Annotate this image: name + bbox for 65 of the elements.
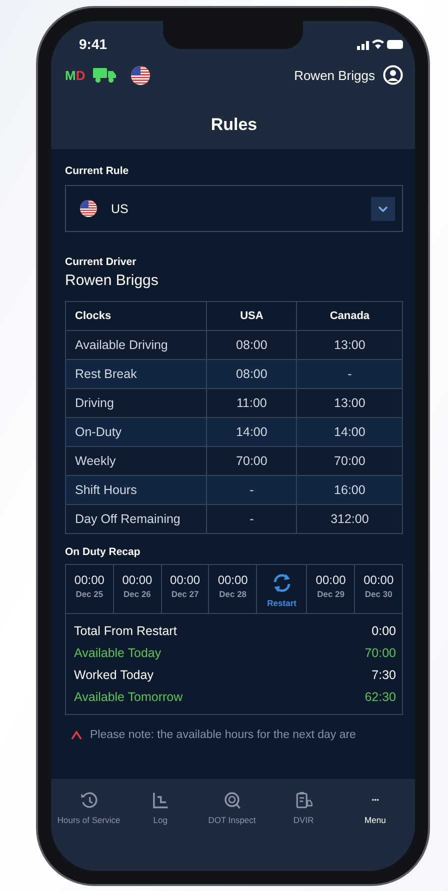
table-cell: 08:00 <box>206 360 297 388</box>
day-hours: 00:00 <box>169 573 202 587</box>
total-value: 7:30 <box>372 668 396 682</box>
warning-icon <box>71 730 82 740</box>
day-date: Dec 25 <box>74 589 104 599</box>
user-name: Rowen Briggs <box>294 68 375 82</box>
table-cell: Weekly <box>66 446 206 476</box>
tab-button[interactable]: DOT Inspect <box>196 787 268 829</box>
table-cell: 70:00 <box>206 446 297 476</box>
user-avatar-icon <box>383 65 403 85</box>
table-cell: Day Off Remaining <box>66 504 206 534</box>
page-title: Rules <box>210 114 258 136</box>
caret-icon <box>378 206 388 212</box>
total-label: Available Tomorrow <box>74 690 183 704</box>
day-hours: 00:00 <box>362 573 395 587</box>
driver-status-text: MD <box>65 68 86 82</box>
day-hours: 00:00 <box>121 573 154 587</box>
section-label: Current Rule <box>65 164 130 179</box>
table-cell: 13:00 <box>296 388 402 418</box>
tab-button[interactable]: DVIR <box>268 787 340 829</box>
table-cell: - <box>296 360 402 388</box>
total-label: Available Today <box>74 646 162 660</box>
flag-icon <box>80 200 97 217</box>
column-header: Clocks <box>66 302 206 330</box>
total-label: Worked Today <box>74 668 154 682</box>
table-cell: On-Duty <box>66 418 206 446</box>
table-cell: 312:00 <box>296 504 402 534</box>
table-cell: - <box>206 504 297 534</box>
table-cell: 13:00 <box>296 330 402 360</box>
total-label: Total From Restart <box>74 624 177 638</box>
day-date: Dec 29 <box>316 589 346 599</box>
table-cell: Driving <box>66 388 206 418</box>
note-text: Please note: the available hours for the next day are <box>90 729 356 741</box>
table-cell: Shift Hours <box>66 476 206 504</box>
total-value: 62:30 <box>364 690 396 704</box>
day-hours: 00:00 <box>216 573 249 587</box>
day-date: Dec 30 <box>364 589 394 599</box>
table-cell: 08:00 <box>206 330 297 360</box>
day-date: Dec 27 <box>170 589 200 599</box>
table-cell: Rest Break <box>66 360 206 388</box>
status-time: 9:41 <box>79 36 108 52</box>
day-hours: 00:00 <box>73 573 106 587</box>
restart-label[interactable]: Restart <box>257 598 306 608</box>
tab-button[interactable]: Hours of Service <box>53 787 125 829</box>
table-cell: 16:00 <box>296 476 402 504</box>
total-value: 0:00 <box>372 624 396 638</box>
table-cell: 14:00 <box>206 418 297 446</box>
rule-dropdown[interactable]: US <box>65 185 403 232</box>
section-label: Current Driver <box>65 255 138 270</box>
tab-button[interactable]: Menu <box>339 787 411 829</box>
status-icons <box>357 38 403 50</box>
table-cell: 70:00 <box>296 446 402 476</box>
day-hours: 00:00 <box>314 573 347 587</box>
truck-icon <box>93 67 118 83</box>
day-date: Dec 28 <box>218 589 248 599</box>
table-cell: - <box>206 476 297 504</box>
flag-icon <box>131 66 150 84</box>
table-cell: 11:00 <box>206 388 297 418</box>
table-cell: 14:00 <box>296 418 402 446</box>
tab-button[interactable]: Log <box>124 787 196 829</box>
day-date: Dec 26 <box>122 589 152 599</box>
section-label: On Duty Recap <box>65 545 142 560</box>
driver-name: Rowen Briggs <box>65 272 160 291</box>
table-cell: Available Driving <box>66 330 206 360</box>
total-value: 70:00 <box>364 646 396 660</box>
